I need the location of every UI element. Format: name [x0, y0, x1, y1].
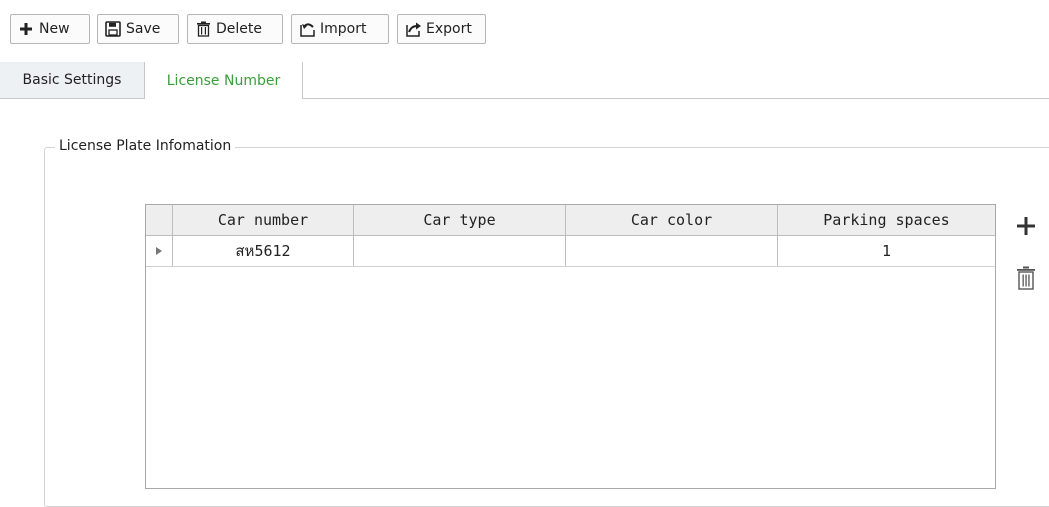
column-header-car-type[interactable]: Car type [354, 205, 566, 235]
save-button-label: Save [126, 21, 161, 37]
save-button[interactable]: Save [97, 14, 179, 44]
tab-license-number-label: License Number [166, 72, 281, 89]
delete-button-label: Delete [216, 21, 262, 37]
grid-header: Car number Car type Car color Parking sp… [146, 205, 995, 236]
trash-icon [1017, 266, 1035, 290]
export-button[interactable]: Export [397, 14, 486, 44]
cell-parking-spaces[interactable]: 1 [778, 236, 995, 266]
row-selector-header [146, 205, 173, 235]
import-button[interactable]: Import [291, 14, 389, 44]
column-header-car-number[interactable]: Car number [173, 205, 354, 235]
tab-bar: Basic Settings License Number [0, 62, 1049, 99]
plus-icon [1017, 217, 1035, 235]
import-icon [298, 20, 316, 38]
cell-car-type[interactable] [354, 236, 566, 266]
delete-row-button[interactable] [1013, 264, 1039, 292]
save-icon [104, 20, 122, 38]
column-header-car-color[interactable]: Car color [566, 205, 778, 235]
new-button[interactable]: New [10, 14, 90, 44]
import-button-label: Import [320, 21, 367, 37]
plus-icon [17, 20, 35, 38]
export-icon [404, 20, 422, 38]
row-selector[interactable] [146, 236, 173, 266]
section-title: License Plate Infomation [55, 138, 236, 154]
cell-car-number[interactable]: สห5612 [173, 236, 354, 266]
tab-basic-settings-label: Basic Settings [22, 72, 122, 88]
toolbar: New Save Delete Import Export [0, 0, 1049, 56]
cell-car-color[interactable] [566, 236, 778, 266]
tab-basic-settings[interactable]: Basic Settings [0, 62, 145, 98]
column-header-parking-spaces[interactable]: Parking spaces [778, 205, 995, 235]
row-pointer-icon [156, 247, 162, 255]
new-button-label: New [39, 21, 70, 37]
license-grid: Car number Car type Car color Parking sp… [145, 204, 996, 489]
export-button-label: Export [426, 21, 472, 37]
delete-button[interactable]: Delete [187, 14, 283, 44]
table-row[interactable]: สห5612 1 [146, 236, 995, 267]
add-row-button[interactable] [1014, 214, 1038, 238]
trash-icon [194, 20, 212, 38]
tab-license-number[interactable]: License Number [145, 62, 303, 99]
